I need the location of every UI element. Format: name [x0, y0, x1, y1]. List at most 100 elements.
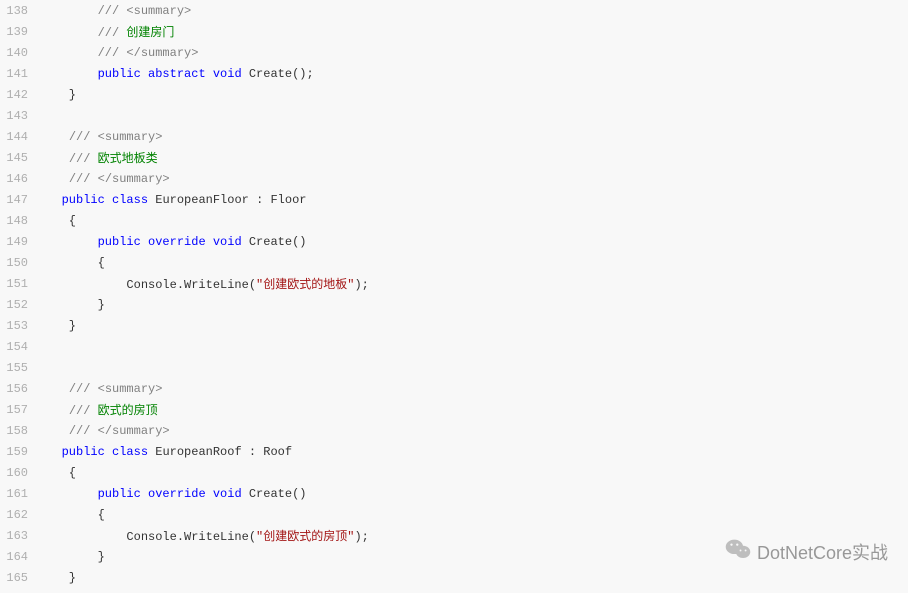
- code-line[interactable]: 146 /// </summary>: [0, 168, 908, 189]
- line-number: 160: [0, 462, 40, 483]
- token-plain: Console.WriteLine(: [40, 278, 256, 292]
- code-line[interactable]: 139 /// 创建房门: [0, 21, 908, 42]
- line-number: 148: [0, 210, 40, 231]
- code-content[interactable]: /// </summary>: [40, 420, 908, 441]
- token-keyword: public: [98, 235, 141, 249]
- code-line[interactable]: 140 /// </summary>: [0, 42, 908, 63]
- code-content[interactable]: /// <summary>: [40, 378, 908, 399]
- token-plain: [206, 67, 213, 81]
- code-line[interactable]: 155: [0, 357, 908, 378]
- code-content[interactable]: {: [40, 210, 908, 231]
- code-content[interactable]: [40, 105, 908, 126]
- code-line[interactable]: 148 {: [0, 210, 908, 231]
- line-number: 165: [0, 567, 40, 588]
- code-content[interactable]: Console.WriteLine("创建欧式的地板");: [40, 273, 908, 294]
- token-plain: [40, 26, 98, 40]
- code-line[interactable]: 162 {: [0, 504, 908, 525]
- code-content[interactable]: {: [40, 462, 908, 483]
- code-content[interactable]: {: [40, 252, 908, 273]
- code-content[interactable]: Console.WriteLine("创建欧式的房顶");: [40, 525, 908, 546]
- token-gray: ///: [69, 152, 91, 166]
- code-content[interactable]: public override void Create(): [40, 483, 908, 504]
- code-line[interactable]: 164 }: [0, 546, 908, 567]
- token-gray: </summary>: [98, 172, 170, 186]
- code-line[interactable]: 145 /// 欧式地板类: [0, 147, 908, 168]
- line-number: 164: [0, 546, 40, 567]
- code-content[interactable]: /// 欧式地板类: [40, 147, 908, 168]
- code-content[interactable]: {: [40, 504, 908, 525]
- code-content[interactable]: /// 欧式的房顶: [40, 399, 908, 420]
- code-line[interactable]: 138 /// <summary>: [0, 0, 908, 21]
- token-keyword: class: [112, 193, 148, 207]
- code-line[interactable]: 165 }: [0, 567, 908, 588]
- token-gray: <summary>: [98, 130, 163, 144]
- line-number: 141: [0, 63, 40, 84]
- line-number: 144: [0, 126, 40, 147]
- code-content[interactable]: }: [40, 294, 908, 315]
- code-content[interactable]: [40, 336, 908, 357]
- code-line[interactable]: 147 public class EuropeanFloor : Floor: [0, 189, 908, 210]
- code-line[interactable]: 144 /// <summary>: [0, 126, 908, 147]
- code-line[interactable]: 163 Console.WriteLine("创建欧式的房顶");: [0, 525, 908, 546]
- code-line[interactable]: 150 {: [0, 252, 908, 273]
- line-number: 146: [0, 168, 40, 189]
- line-number: 140: [0, 42, 40, 63]
- code-editor[interactable]: 138 /// <summary>139 /// 创建房门140 /// </s…: [0, 0, 908, 588]
- code-content[interactable]: }: [40, 567, 908, 588]
- code-line[interactable]: 149 public override void Create(): [0, 231, 908, 252]
- code-content[interactable]: }: [40, 546, 908, 567]
- code-content[interactable]: public class EuropeanFloor : Floor: [40, 189, 908, 210]
- token-plain: [40, 235, 98, 249]
- token-plain: [40, 130, 69, 144]
- token-gray: ///: [98, 4, 120, 18]
- code-content[interactable]: public abstract void Create();: [40, 63, 908, 84]
- token-plain: Create(): [242, 235, 307, 249]
- code-content[interactable]: }: [40, 84, 908, 105]
- code-content[interactable]: /// </summary>: [40, 168, 908, 189]
- code-line[interactable]: 161 public override void Create(): [0, 483, 908, 504]
- code-line[interactable]: 156 /// <summary>: [0, 378, 908, 399]
- token-keyword: void: [213, 235, 242, 249]
- token-plain: }: [40, 298, 105, 312]
- token-gray: ///: [69, 424, 91, 438]
- line-number: 163: [0, 525, 40, 546]
- code-line[interactable]: 154: [0, 336, 908, 357]
- code-content[interactable]: [40, 357, 908, 378]
- token-plain: }: [40, 550, 105, 564]
- token-gray: <summary>: [126, 4, 191, 18]
- token-plain: Create();: [242, 67, 314, 81]
- code-line[interactable]: 160 {: [0, 462, 908, 483]
- token-plain: [40, 445, 62, 459]
- code-content[interactable]: }: [40, 315, 908, 336]
- token-keyword: public: [62, 445, 105, 459]
- code-line[interactable]: 153 }: [0, 315, 908, 336]
- token-plain: [40, 424, 69, 438]
- code-content[interactable]: public override void Create(): [40, 231, 908, 252]
- token-plain: [40, 193, 62, 207]
- token-plain: [141, 67, 148, 81]
- code-content[interactable]: /// <summary>: [40, 126, 908, 147]
- code-line[interactable]: 151 Console.WriteLine("创建欧式的地板");: [0, 273, 908, 294]
- token-gray: ///: [69, 172, 91, 186]
- code-line[interactable]: 157 /// 欧式的房顶: [0, 399, 908, 420]
- token-comment: [90, 172, 97, 186]
- code-content[interactable]: /// 创建房门: [40, 21, 908, 42]
- code-content[interactable]: public class EuropeanRoof : Roof: [40, 441, 908, 462]
- line-number: 139: [0, 21, 40, 42]
- code-line[interactable]: 141 public abstract void Create();: [0, 63, 908, 84]
- code-content[interactable]: /// <summary>: [40, 0, 908, 21]
- token-comment: [90, 382, 97, 396]
- line-number: 153: [0, 315, 40, 336]
- line-number: 145: [0, 147, 40, 168]
- code-content[interactable]: /// </summary>: [40, 42, 908, 63]
- code-line[interactable]: 143: [0, 105, 908, 126]
- code-line[interactable]: 159 public class EuropeanRoof : Roof: [0, 441, 908, 462]
- code-line[interactable]: 158 /// </summary>: [0, 420, 908, 441]
- code-line[interactable]: 142 }: [0, 84, 908, 105]
- code-line[interactable]: 152 }: [0, 294, 908, 315]
- line-number: 150: [0, 252, 40, 273]
- token-gray: ///: [69, 130, 91, 144]
- token-plain: {: [40, 466, 76, 480]
- line-number: 162: [0, 504, 40, 525]
- token-keyword: override: [148, 235, 206, 249]
